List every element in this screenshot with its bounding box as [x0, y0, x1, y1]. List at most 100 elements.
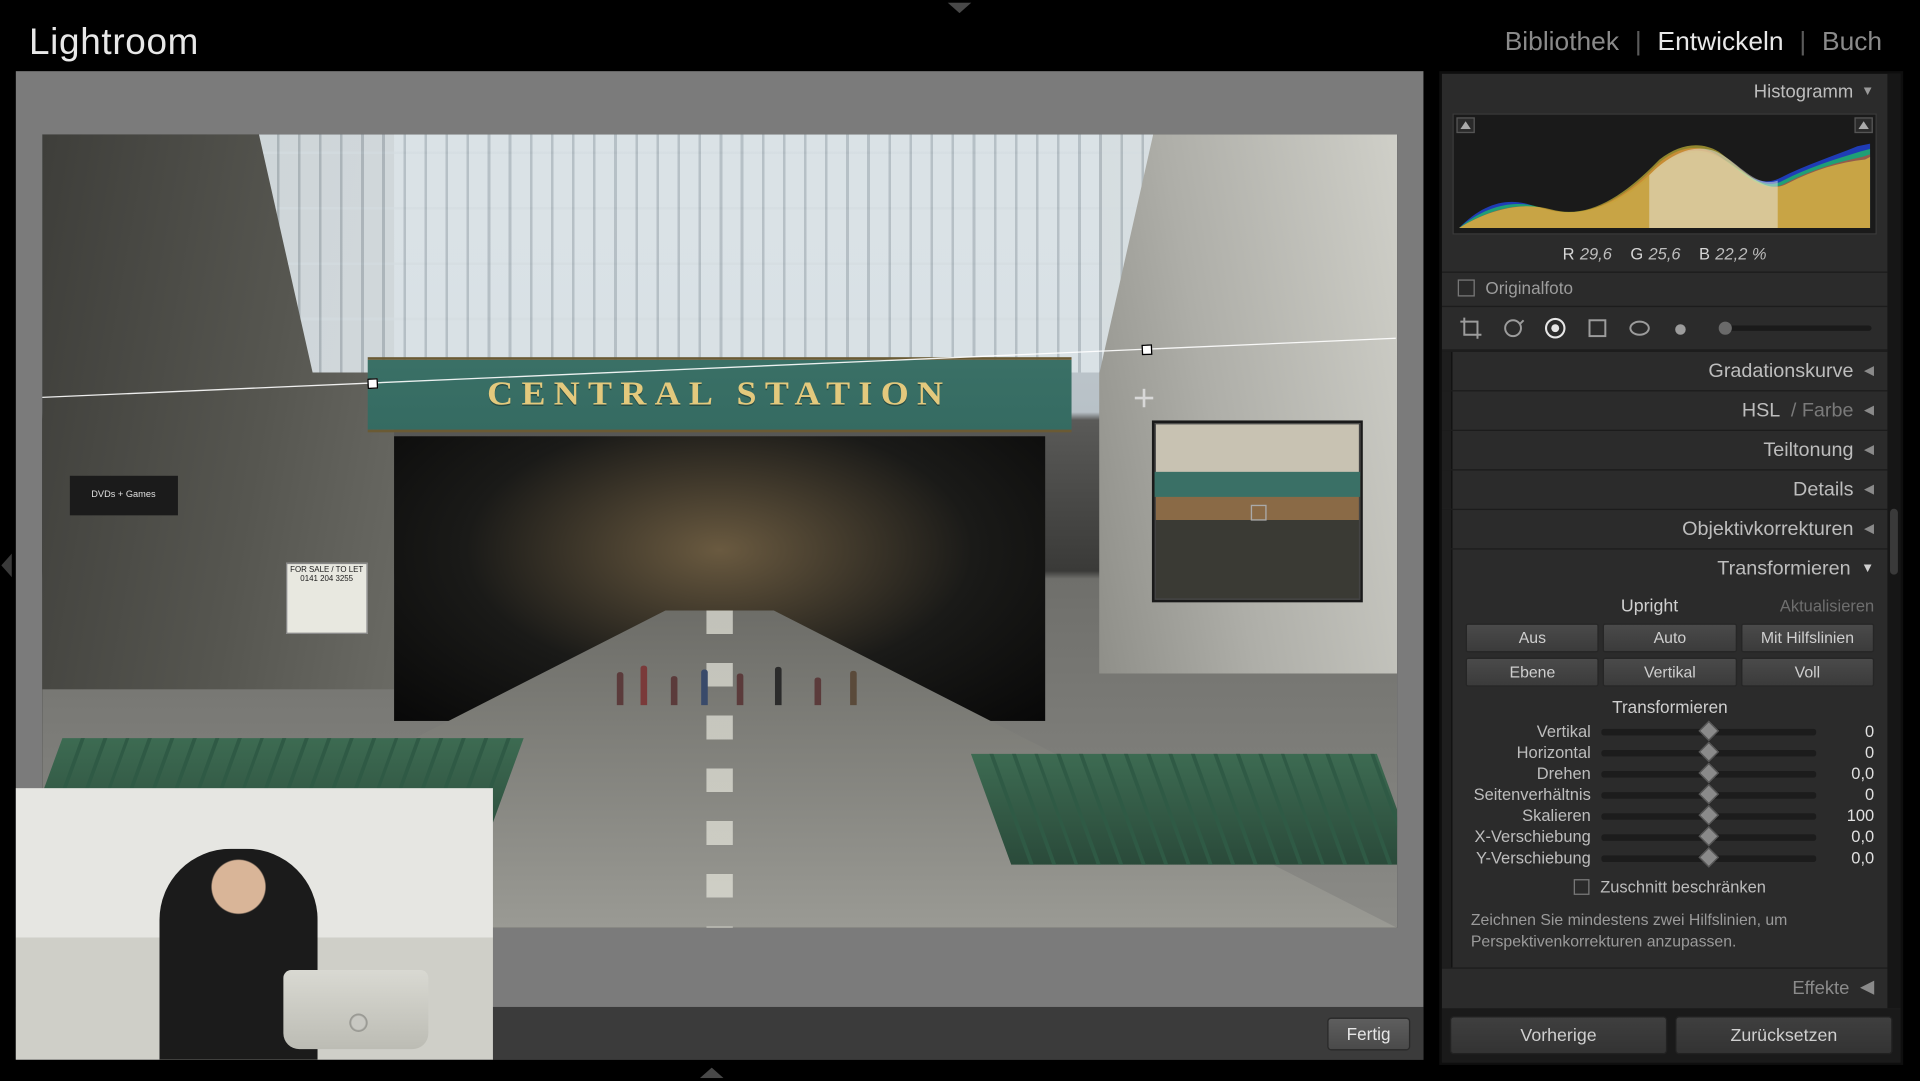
slider-knob[interactable] [1698, 741, 1719, 762]
graduated-filter-icon[interactable] [1584, 315, 1610, 341]
slider-label: X-Verschiebung [1466, 828, 1591, 846]
slider-track[interactable] [1601, 770, 1816, 777]
reset-button[interactable]: Zurücksetzen [1675, 1016, 1892, 1054]
redeye-icon[interactable] [1542, 315, 1568, 341]
slider-knob[interactable] [1698, 846, 1719, 867]
upright-update-button[interactable]: Aktualisieren [1780, 596, 1874, 614]
rgb-r-value: 29,6 [1580, 245, 1612, 263]
bottom-panel-collapse[interactable] [0, 1065, 1423, 1081]
panel-detail-title: Details [1793, 478, 1853, 500]
image-canvas-area: CENTRAL STATION DVDs + Games FOR SALE / … [16, 71, 1424, 1060]
slider-knob[interactable] [1698, 804, 1719, 825]
slider-knob[interactable] [1698, 783, 1719, 804]
upright-auto-button[interactable]: Auto [1603, 623, 1737, 652]
panel-hsl-header[interactable]: HSL / Farbe◀ [1452, 391, 1887, 429]
slider-skalieren[interactable]: Skalieren 100 [1466, 807, 1875, 825]
done-button[interactable]: Fertig [1327, 1017, 1410, 1050]
module-library[interactable]: Bibliothek [1497, 27, 1627, 57]
panel-transform-header[interactable]: Transformieren ▼ [1452, 550, 1887, 588]
loupe-overlay[interactable] [1152, 420, 1363, 602]
slider-track[interactable] [1601, 749, 1816, 756]
histogram-display[interactable] [1452, 113, 1876, 234]
panel-toggle-strip[interactable] [1442, 391, 1453, 429]
slider-track[interactable] [1601, 791, 1816, 798]
rgb-readout: R29,6 G25,6 B22,2 % [1442, 243, 1887, 272]
top-panel-collapse[interactable] [0, 0, 1919, 16]
upright-aus-button[interactable]: Aus [1466, 623, 1600, 652]
photo-decor [611, 650, 909, 706]
guide-crosshair-icon[interactable] [1135, 388, 1153, 406]
module-switcher: Bibliothek | Entwickeln | Buch [1497, 27, 1890, 57]
slider-knob[interactable] [1698, 720, 1719, 741]
panel-split-toning-header[interactable]: Teiltonung◀ [1452, 431, 1887, 469]
histogram-title: Histogramm [1754, 80, 1853, 101]
module-sep: | [1627, 27, 1650, 57]
photo-forsale-sign: FOR SALE / TO LET 0141 204 3255 [286, 563, 367, 634]
upright-buttons: EbeneVertikalVoll [1466, 658, 1875, 687]
constrain-crop-checkbox[interactable]: Zuschnitt beschränken [1466, 878, 1875, 896]
slider-x-verschiebung[interactable]: X-Verschiebung 0,0 [1466, 828, 1875, 846]
panel-transform: Transformieren ▼ Upright Aktualisieren A… [1442, 548, 1887, 968]
slider-y-verschiebung[interactable]: Y-Verschiebung 0,0 [1466, 849, 1875, 867]
panel-effects-header[interactable]: Effekte ◀ [1442, 968, 1887, 1005]
slider-label: Vertikal [1466, 722, 1591, 740]
module-sep: | [1791, 27, 1814, 57]
slider-seitenverhältnis[interactable]: Seitenverhältnis 0 [1466, 786, 1875, 804]
slider-track[interactable] [1601, 728, 1816, 735]
guide-handle[interactable] [1141, 344, 1152, 355]
slider-track[interactable] [1601, 834, 1816, 841]
panel-toggle-strip[interactable] [1442, 510, 1453, 548]
slider-drehen[interactable]: Drehen 0,0 [1466, 764, 1875, 782]
chevron-left-icon: ◀ [1864, 403, 1874, 417]
upright-voll-button[interactable]: Voll [1741, 658, 1875, 687]
photo-sign-text: CENTRAL STATION [488, 374, 952, 414]
panel-toggle-strip[interactable] [1442, 550, 1453, 968]
upright-vertikal-button[interactable]: Vertikal [1603, 658, 1737, 687]
checkbox-icon [1458, 279, 1475, 296]
slider-value: 0,0 [1827, 828, 1874, 846]
slider-knob[interactable] [1698, 825, 1719, 846]
panel-toggle-strip[interactable] [1442, 471, 1453, 509]
panel-effects-title: Effekte [1792, 976, 1849, 997]
slider-label: Drehen [1466, 764, 1591, 782]
adjustment-brush-icon[interactable] [1669, 315, 1695, 341]
chevron-left-icon: ◀ [1864, 443, 1874, 457]
panel-tonecurve-header[interactable]: Gradationskurve◀ [1452, 352, 1887, 390]
slider-vertikal[interactable]: Vertikal 0 [1466, 722, 1875, 740]
slider-horizontal[interactable]: Horizontal 0 [1466, 743, 1875, 761]
histogram-graph [1459, 136, 1870, 228]
chevron-left-icon: ◀ [1860, 976, 1874, 998]
panel-lens-corrections-header[interactable]: Objektivkorrekturen◀ [1452, 510, 1887, 548]
highlight-clipping-toggle[interactable] [1854, 117, 1872, 133]
slider-knob[interactable] [1698, 762, 1719, 783]
brush-size-slider[interactable] [1719, 326, 1872, 331]
original-photo-toggle[interactable]: Originalfoto [1442, 272, 1887, 306]
upright-ebene-button[interactable]: Ebene [1466, 658, 1600, 687]
histogram-header[interactable]: Histogramm ▼ [1442, 74, 1887, 108]
right-panel-scrollbar[interactable] [1887, 74, 1900, 1008]
spot-removal-icon[interactable] [1500, 315, 1526, 341]
upright-mit-hilfslinien-button[interactable]: Mit Hilfslinien [1741, 623, 1875, 652]
shadow-clipping-toggle[interactable] [1456, 117, 1474, 133]
crop-icon[interactable] [1458, 315, 1484, 341]
slider-track[interactable] [1601, 813, 1816, 820]
panel-tonecurve-title: Gradationskurve [1708, 360, 1853, 382]
left-panel-collapse[interactable] [0, 71, 13, 1060]
panel-toggle-strip[interactable] [1442, 431, 1453, 469]
slider-label: Seitenverhältnis [1466, 786, 1591, 804]
transform-hint-text: Zeichnen Sie mindestens zwei Hilfslinien… [1471, 909, 1869, 952]
panel-detail-header[interactable]: Details◀ [1452, 471, 1887, 509]
title-bar: Lightroom Bibliothek | Entwickeln | Buch [0, 16, 1919, 69]
local-adjust-toolstrip [1442, 306, 1887, 351]
panel-toggle-strip[interactable] [1442, 352, 1453, 390]
develop-footer: Vorherige Zurücksetzen [1442, 1008, 1901, 1062]
previous-button[interactable]: Vorherige [1450, 1016, 1667, 1054]
radial-filter-icon[interactable] [1626, 315, 1652, 341]
module-develop[interactable]: Entwickeln [1650, 27, 1792, 57]
upright-buttons: AusAutoMit Hilfslinien [1466, 623, 1875, 652]
transform-sliders-title: Transformieren [1466, 697, 1875, 717]
scrollbar-thumb[interactable] [1890, 508, 1898, 574]
slider-track[interactable] [1601, 855, 1816, 862]
guide-handle[interactable] [367, 378, 378, 389]
module-book[interactable]: Buch [1814, 27, 1890, 57]
